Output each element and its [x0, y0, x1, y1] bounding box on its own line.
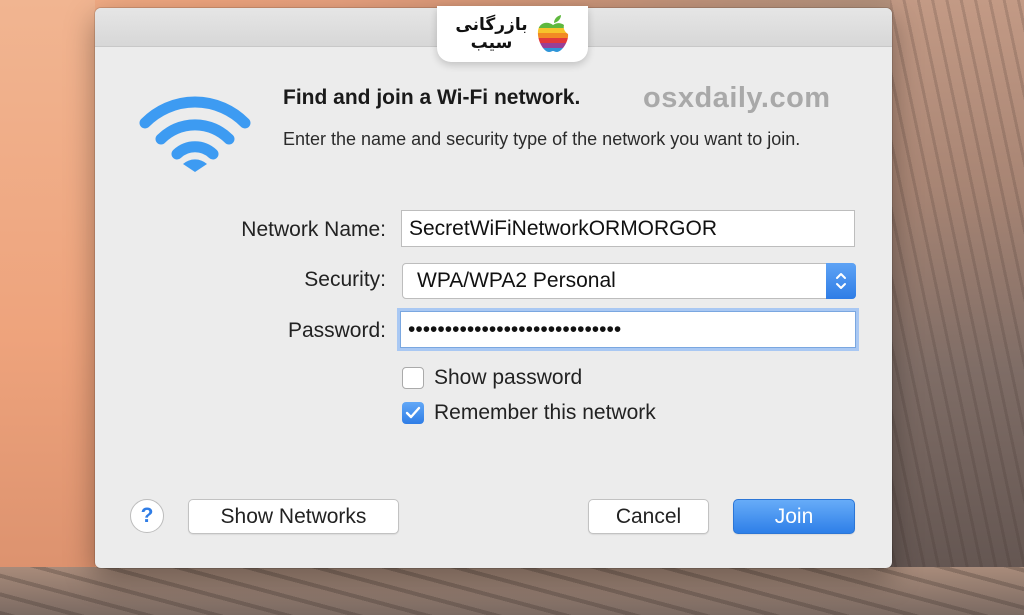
wallpaper-bottom [0, 567, 1024, 615]
show-networks-button[interactable]: Show Networks [188, 499, 399, 534]
brand-line-1: بازرگانی [455, 15, 528, 35]
wallpaper-right [890, 0, 1024, 615]
join-button[interactable]: Join [733, 499, 855, 534]
brand-text: بازرگانی سیب [455, 16, 527, 52]
password-field[interactable]: ••••••••••••••••••••••••••••• [400, 311, 856, 348]
show-password-label: Show password [434, 366, 583, 389]
network-name-label: Network Name: [241, 218, 386, 241]
show-password-row[interactable]: Show password [402, 366, 582, 390]
watermark: osxdaily.com [643, 82, 831, 114]
security-select-value: WPA/WPA2 Personal [417, 269, 616, 292]
brand-line-2: سیب [470, 33, 513, 53]
checkmark-icon [405, 406, 421, 419]
up-down-chevron-icon[interactable] [826, 263, 856, 299]
brand-badge: بازرگانی سیب [437, 6, 588, 62]
remember-network-row[interactable]: Remember this network [402, 401, 656, 425]
cancel-button[interactable]: Cancel [588, 499, 709, 534]
password-label: Password: [287, 319, 386, 342]
show-password-checkbox[interactable] [402, 367, 424, 389]
dialog-title: Find and join a Wi-Fi network. [283, 86, 581, 109]
security-select[interactable]: WPA/WPA2 Personal [402, 263, 856, 299]
rainbow-apple-icon [537, 15, 568, 52]
security-label: Security: [304, 268, 386, 291]
dialog-description: Enter the name and security type of the … [283, 129, 801, 149]
wifi-icon [139, 96, 251, 172]
remember-network-checkbox[interactable] [402, 402, 424, 424]
help-button[interactable]: ? [130, 499, 164, 533]
network-name-field[interactable]: SecretWiFiNetworkORMORGOR [401, 210, 855, 247]
wallpaper-left [0, 0, 95, 615]
remember-network-label: Remember this network [434, 401, 656, 424]
